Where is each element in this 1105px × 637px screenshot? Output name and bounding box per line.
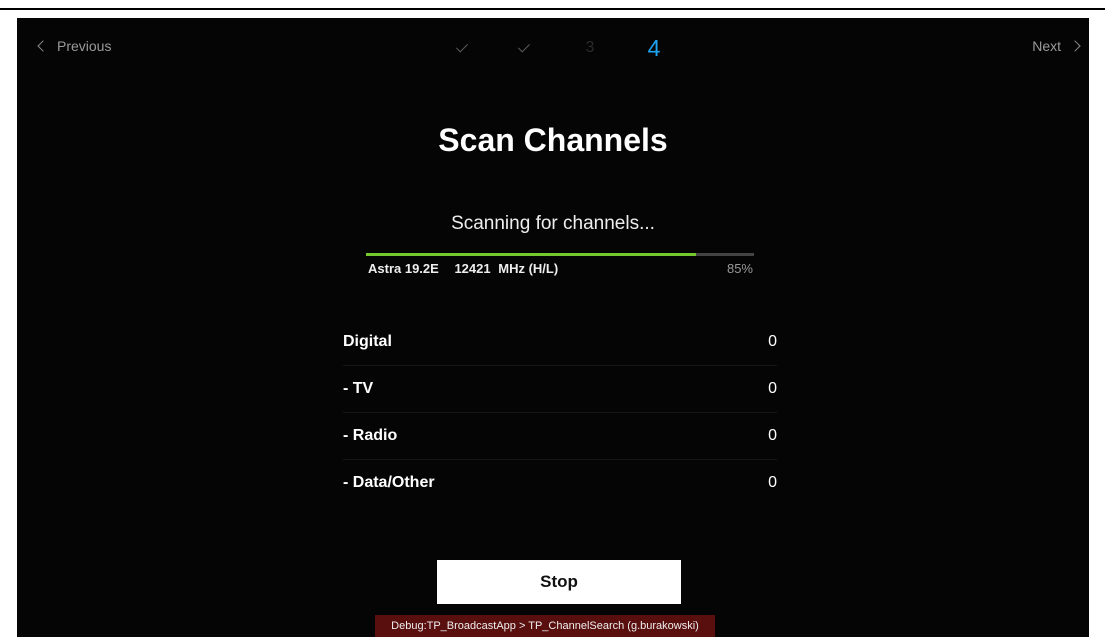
stop-button[interactable]: Stop [437,560,681,604]
step-indicator: 3 4 [452,32,672,64]
result-row-digital: Digital 0 [343,319,777,366]
progress-percent: 85% [726,261,753,276]
frequency-unit: MHz (H/L) [498,261,559,276]
result-count: 0 [768,380,777,397]
satellite-name: Astra 19.2E [368,261,439,276]
previous-label: Previous [57,38,112,54]
next-button[interactable]: Next [1032,38,1081,54]
results-table: Digital 0 - TV 0 - Radio 0 - Data/Other … [343,319,777,506]
transponder-info: Astra 19.2E 12421 MHz (H/L) [368,261,570,276]
step-1-done [452,32,472,64]
chevron-right-icon [1069,40,1081,52]
tv-screen: Previous 3 4 Next Scan Channels Scanning… [17,18,1089,637]
result-label: - Data/Other [343,474,435,491]
next-label: Next [1032,38,1061,54]
page-title: Scan Channels [438,122,668,158]
progress-fill [366,253,696,256]
result-label: - Radio [343,427,398,444]
step-3: 3 [585,39,595,56]
debug-overlay: Debug:TP_BroadcastApp > TP_ChannelSearch… [375,615,715,637]
scan-status: Scanning for channels... [451,213,655,234]
result-count: 0 [768,333,777,350]
checkmark-icon [517,40,531,53]
scan-progress-bar [366,253,754,256]
frequency-value: 12421 [454,261,491,276]
result-row-radio: - Radio 0 [343,413,777,460]
result-row-data-other: - Data/Other 0 [343,460,777,506]
previous-button[interactable]: Previous [37,38,112,54]
result-label: - TV [343,380,374,397]
result-row-tv: - TV 0 [343,366,777,413]
top-divider [0,8,1105,10]
step-2-done [514,32,534,64]
chevron-left-icon [37,40,49,52]
checkmark-icon [455,40,469,53]
result-count: 0 [768,427,777,444]
result-count: 0 [768,474,777,491]
step-4-current: 4 [647,34,661,61]
result-label: Digital [343,333,392,350]
